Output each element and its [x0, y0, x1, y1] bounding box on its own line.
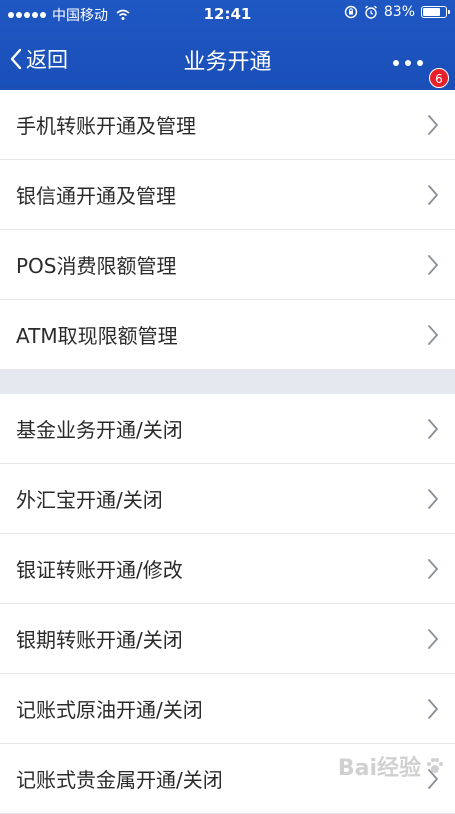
more-dot-icon: [405, 60, 411, 66]
list-item-label: POS消费限额管理: [16, 254, 177, 278]
more-dot-icon: [393, 60, 399, 66]
more-dot-icon: [417, 60, 423, 66]
list-item-bank-futures[interactable]: 银期转账开通/关闭: [0, 604, 455, 674]
chevron-right-icon: [428, 629, 439, 649]
list-item-label: 外汇宝开通/关闭: [16, 488, 163, 512]
header: 中国移动 12:41 83% 返回 业务开通 6: [0, 0, 455, 90]
status-right: 83%: [344, 4, 450, 20]
nav-bar: 返回 业务开通 6: [0, 30, 455, 90]
list-item-label: 记账式原油开通/关闭: [16, 698, 203, 722]
list-item-crude-oil[interactable]: 记账式原油开通/关闭: [0, 674, 455, 744]
chevron-right-icon: [428, 489, 439, 509]
rotation-lock-icon: [344, 5, 358, 19]
list-item-label: ATM取现限额管理: [16, 324, 178, 348]
list-item-bank-securities[interactable]: 银证转账开通/修改: [0, 534, 455, 604]
paw-icon: [427, 758, 443, 773]
list-item-yinxintong[interactable]: 银信通开通及管理: [0, 160, 455, 230]
section-divider: [0, 370, 455, 394]
list-item-fund[interactable]: 基金业务开通/关闭: [0, 394, 455, 464]
chevron-right-icon: [428, 419, 439, 439]
list-item-forex[interactable]: 外汇宝开通/关闭: [0, 464, 455, 534]
list-item-label: 银信通开通及管理: [16, 184, 176, 208]
back-button[interactable]: 返回: [10, 44, 68, 74]
battery-fill: [423, 8, 440, 16]
chevron-right-icon: [428, 185, 439, 205]
watermark-text: Bai经验: [337, 756, 421, 781]
chevron-right-icon: [428, 255, 439, 275]
chevron-right-icon: [428, 559, 439, 579]
status-bar: 中国移动 12:41 83%: [0, 0, 455, 26]
list-item-pos-limit[interactable]: POS消费限额管理: [0, 230, 455, 300]
list-item-label: 银证转账开通/修改: [16, 558, 183, 582]
chevron-right-icon: [428, 325, 439, 345]
list-item-atm-limit[interactable]: ATM取现限额管理: [0, 300, 455, 370]
list-item-label: 基金业务开通/关闭: [16, 418, 183, 442]
page-title: 业务开通: [183, 50, 272, 75]
back-label: 返回: [26, 48, 68, 72]
chevron-right-icon: [428, 115, 439, 135]
battery-percent: 83%: [383, 4, 415, 20]
notification-badge: 6: [429, 68, 449, 88]
chevron-right-icon: [428, 699, 439, 719]
more-button[interactable]: [389, 48, 433, 78]
service-list: 手机转账开通及管理 银信通开通及管理 POS消费限额管理 ATM取现限额管理 基…: [0, 90, 455, 814]
list-item-label: 手机转账开通及管理: [16, 114, 196, 138]
battery-icon: [421, 6, 450, 18]
list-item-label: 银期转账开通/关闭: [16, 628, 183, 652]
list-item-mobile-transfer[interactable]: 手机转账开通及管理: [0, 90, 455, 160]
list-item-label: 记账式贵金属开通/关闭: [16, 768, 223, 792]
watermark: Bai经验: [338, 750, 445, 782]
alarm-icon: [364, 5, 377, 19]
chevron-left-icon: [10, 48, 22, 70]
